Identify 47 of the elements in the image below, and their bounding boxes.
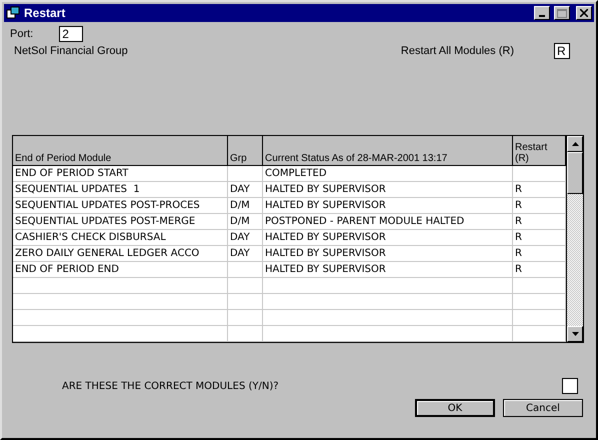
port-label: Port: [10,28,34,40]
table-cell: DAY [228,246,263,262]
table-cell: CASHIER'S CHECK DISBURSAL [13,230,228,246]
close-button[interactable] [576,6,592,20]
scroll-up-button[interactable] [567,136,583,152]
table-cell: HALTED BY SUPERVISOR [263,246,513,262]
scroll-thumb[interactable] [567,152,583,194]
table-cell: HALTED BY SUPERVISOR [263,198,513,214]
scroll-down-button[interactable] [567,326,583,342]
table-cell [228,262,263,278]
table-cell: SEQUENTIAL UPDATES 1 [13,182,228,198]
column-header: Grp [228,136,263,166]
table-cell: END OF PERIOD START [13,166,228,182]
company-name: NetSol Financial Group [14,45,129,57]
down-arrow-icon [572,332,578,336]
up-arrow-icon [572,142,578,146]
maximize-button[interactable] [554,6,570,20]
window-app-icon [6,6,20,20]
table-cell: SEQUENTIAL UPDATES POST-MERGE [13,214,228,230]
maximize-icon [557,8,567,18]
table-cell: D/M [228,214,263,230]
table-cell: DAY [228,182,263,198]
close-icon [580,9,588,17]
port-field[interactable]: 2 [59,26,84,42]
table-cell: ZERO DAILY GENERAL LEDGER ACCO [13,246,228,262]
column-header: Current Status As of 28-MAR-2001 13:17 [263,136,513,166]
restart-all-label: Restart All Modules (R) [400,45,514,57]
table-cell: D/M [228,198,263,214]
restart-all-field[interactable]: R [554,43,570,59]
ok-button[interactable]: OK [415,399,495,417]
table-cell: COMPLETED [263,166,513,182]
column-header: Restart (R) [513,136,566,166]
table-cell: DAY [228,230,263,246]
confirm-field[interactable] [562,378,578,394]
table-cell: HALTED BY SUPERVISOR [263,182,513,198]
window-title: Restart [24,6,66,20]
cancel-button[interactable]: Cancel [503,399,583,417]
table-cell [228,166,263,182]
table-cell: POSTPONED - PARENT MODULE HALTED [263,214,513,230]
column-header: End of Period Module [13,136,228,166]
table-cell: SEQUENTIAL UPDATES POST-PROCES [13,198,228,214]
minimize-button[interactable] [534,6,550,20]
table-cell: END OF PERIOD END [13,262,228,278]
confirm-question: ARE THESE THE CORRECT MODULES (Y/N)? [62,380,280,392]
vertical-scrollbar[interactable] [566,136,583,342]
table-cell: HALTED BY SUPERVISOR [263,230,513,246]
table-cell: HALTED BY SUPERVISOR [263,262,513,278]
